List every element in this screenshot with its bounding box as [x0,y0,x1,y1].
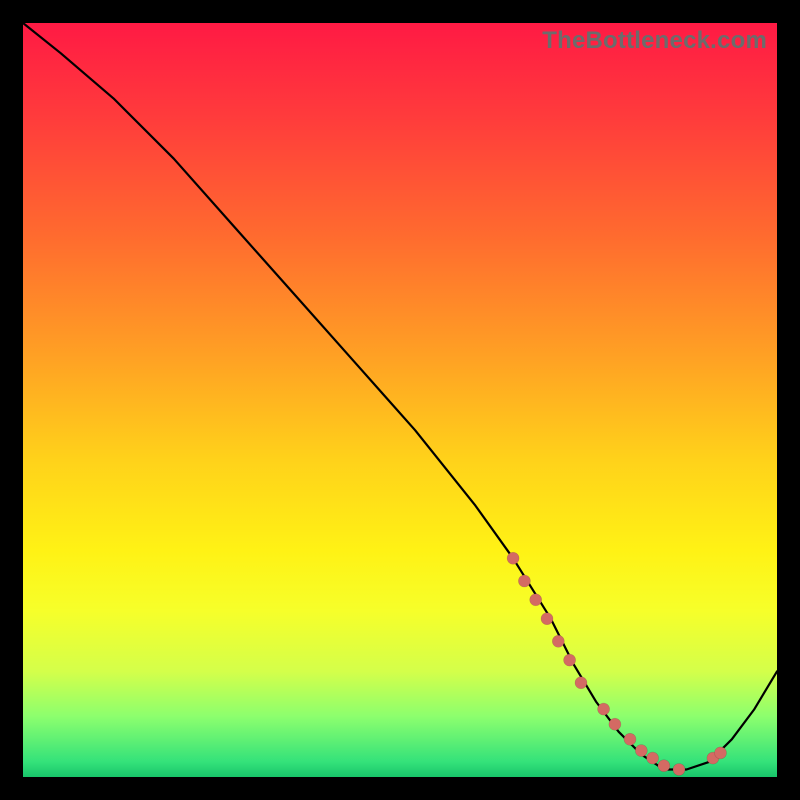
scatter-point [518,575,530,587]
scatter-point [658,760,670,772]
scatter-point [552,635,564,647]
scatter-point [575,677,587,689]
bottleneck-curve [23,23,777,770]
scatter-point [647,752,659,764]
chart-frame: TheBottleneck.com [0,0,800,800]
scatter-point [635,745,647,757]
scatter-point [673,764,685,776]
scatter-point [507,552,519,564]
scatter-point [609,718,621,730]
scatter-point [541,613,553,625]
chart-svg [23,23,777,777]
scatter-markers [507,552,726,775]
scatter-point [530,594,542,606]
scatter-point [564,654,576,666]
scatter-point [624,733,636,745]
scatter-point [598,703,610,715]
scatter-point [715,747,727,759]
plot-area: TheBottleneck.com [23,23,777,777]
